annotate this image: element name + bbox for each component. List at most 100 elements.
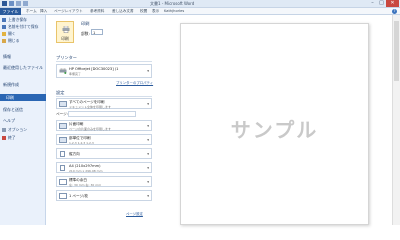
close-file-icon bbox=[2, 39, 6, 43]
nav-help[interactable]: ヘルプ bbox=[3, 118, 15, 124]
options-icon bbox=[2, 128, 6, 132]
pages-per-sheet-label: 1 ページ/枚 bbox=[69, 194, 88, 198]
pages-label: ページ: bbox=[56, 112, 68, 116]
paper-size-label: A4 (210x297mm) bbox=[69, 164, 101, 168]
nav-new[interactable]: 新規作成 bbox=[3, 82, 19, 88]
nav-options-label: オプション bbox=[8, 127, 27, 132]
chevron-down-icon: ▾ bbox=[147, 194, 149, 198]
nav-exit[interactable]: 終了 bbox=[2, 135, 16, 141]
sides-dropdown[interactable]: 片面印刷 ページの片面のみを印刷します ▾ bbox=[56, 120, 152, 131]
exit-icon bbox=[2, 136, 6, 140]
print-range-desc: ドキュメント全体を印刷します bbox=[69, 104, 112, 109]
nav-print-label: 印刷 bbox=[6, 95, 14, 100]
print-title: 印刷 bbox=[81, 21, 90, 26]
page-setup-link[interactable]: ページ設定 bbox=[126, 211, 143, 216]
sides-desc: ページの片面のみを印刷します bbox=[69, 126, 111, 131]
nav-save-label: 上書き保存 bbox=[8, 17, 27, 22]
pages-per-sheet-icon bbox=[59, 193, 67, 199]
collate-desc: 1,2,3 1,2,3 1,2,3 bbox=[69, 140, 94, 145]
margins-desc: 左: 30 mm 右: 30 mm bbox=[69, 182, 102, 187]
chevron-down-icon: ▾ bbox=[147, 166, 149, 170]
orientation-dropdown[interactable]: 縦方向 ▾ bbox=[56, 148, 152, 159]
chevron-down-icon: ▾ bbox=[147, 102, 149, 106]
nav-options[interactable]: オプション bbox=[2, 127, 27, 133]
collate-dropdown[interactable]: 部単位で印刷 1,2,3 1,2,3 1,2,3 ▾ bbox=[56, 134, 152, 145]
paper-size-desc: 210 mm x 296.98 mm bbox=[69, 168, 103, 173]
scrollbar-thumb[interactable] bbox=[394, 21, 399, 81]
nav-close[interactable]: 閉じる bbox=[2, 38, 19, 44]
nav-save-as[interactable]: 名前を付けて保存 bbox=[2, 24, 38, 30]
divider bbox=[56, 61, 152, 62]
save-icon[interactable] bbox=[9, 1, 14, 6]
printer-properties-link[interactable]: プリンターのプロパティ bbox=[116, 80, 153, 85]
nav-print[interactable]: 印刷 bbox=[0, 94, 46, 101]
nav-open-label: 開く bbox=[8, 31, 16, 36]
help-icon[interactable]: ? bbox=[392, 9, 397, 14]
nav-recent[interactable]: 最近使用したファイル bbox=[3, 65, 43, 70]
print-preview: サンプル bbox=[158, 15, 392, 225]
nav-open[interactable]: 開く bbox=[2, 31, 16, 37]
document-pages-icon bbox=[59, 101, 67, 107]
collate-icon bbox=[59, 137, 67, 143]
nav-save-as-label: 名前を付けて保存 bbox=[8, 24, 39, 29]
pages-input[interactable] bbox=[68, 111, 136, 117]
quick-access-toolbar bbox=[2, 1, 28, 6]
sample-watermark: サンプル bbox=[230, 118, 319, 142]
redo-icon[interactable] bbox=[23, 1, 28, 6]
one-sided-icon bbox=[59, 123, 67, 129]
save-icon bbox=[2, 18, 6, 22]
tab-custom[interactable]: Kathjhorles bbox=[164, 8, 184, 15]
close-icon[interactable]: ✕ bbox=[386, 0, 399, 7]
chevron-down-icon: ▾ bbox=[147, 180, 149, 184]
printer-icon bbox=[62, 26, 70, 33]
print-button[interactable]: 印刷 bbox=[56, 21, 74, 43]
printer-icon bbox=[59, 68, 67, 74]
preview-page: サンプル bbox=[180, 23, 369, 225]
nav-exit-label: 終了 bbox=[8, 135, 16, 140]
nav-info[interactable]: 情報 bbox=[3, 54, 11, 60]
tab-review[interactable]: 校閲 bbox=[140, 8, 147, 15]
word-icon bbox=[2, 1, 7, 6]
orientation-label: 縦方向 bbox=[69, 152, 80, 156]
paper-size-icon bbox=[60, 165, 65, 171]
nav-save-send[interactable]: 保存と送信 bbox=[3, 107, 23, 113]
tab-file[interactable]: ファイル bbox=[0, 8, 21, 15]
copies-label: 部数: bbox=[81, 31, 90, 36]
print-range-dropdown[interactable]: すべてのページを印刷 ドキュメント全体を印刷します ▾ bbox=[56, 98, 152, 109]
window-title: 文書1 - Microsoft Word bbox=[150, 1, 195, 6]
tab-mailings[interactable]: 差し込み文書 bbox=[112, 8, 134, 15]
margins-dropdown[interactable]: 標準の余白 左: 30 mm 右: 30 mm ▾ bbox=[56, 176, 152, 187]
ribbon-tabs: ファイル ホーム 挿入 ページレイアウト 参考資料 差し込み文書 校閲 表示 K… bbox=[0, 8, 400, 15]
window-controls: – □ ✕ bbox=[368, 0, 399, 7]
nav-save[interactable]: 上書き保存 bbox=[2, 17, 27, 23]
printer-status: 準備完了 bbox=[69, 72, 82, 76]
tab-references[interactable]: 参考資料 bbox=[90, 8, 104, 15]
tab-page-layout[interactable]: ページレイアウト bbox=[54, 8, 83, 15]
backstage-nav: 上書き保存 名前を付けて保存 開く 閉じる 情報 最近使用したファイル 新規作成… bbox=[0, 15, 46, 225]
tab-view[interactable]: 表示 bbox=[152, 8, 159, 15]
chevron-down-icon: ▾ bbox=[147, 152, 149, 156]
paper-size-dropdown[interactable]: A4 (210x297mm) 210 mm x 296.98 mm ▾ bbox=[56, 162, 152, 173]
chevron-down-icon: ▾ bbox=[147, 69, 149, 73]
printer-dropdown[interactable]: HP Officejet [DOC30023] (1 準備完了 ▾ bbox=[56, 64, 152, 78]
minimize-icon[interactable]: – bbox=[368, 0, 377, 7]
copies-input[interactable]: 1 bbox=[91, 29, 103, 35]
print-settings-panel: 印刷 印刷 部数: 1 プリンター HP Officejet [DOC30023… bbox=[52, 15, 154, 225]
save-as-icon bbox=[2, 25, 6, 29]
printer-name: HP Officejet [DOC30023] (1 bbox=[69, 67, 119, 71]
divider bbox=[56, 96, 152, 97]
margins-icon bbox=[59, 179, 67, 185]
chevron-down-icon: ▾ bbox=[147, 138, 149, 142]
maximize-icon[interactable]: □ bbox=[377, 0, 386, 7]
portrait-icon bbox=[60, 151, 65, 157]
undo-icon[interactable] bbox=[16, 1, 21, 6]
nav-close-label: 閉じる bbox=[8, 38, 20, 43]
title-bar: 文書1 - Microsoft Word – □ ✕ bbox=[0, 0, 400, 8]
tab-home[interactable]: ホーム bbox=[26, 8, 37, 15]
print-button-label: 印刷 bbox=[61, 36, 69, 41]
folder-open-icon bbox=[2, 32, 6, 36]
tab-insert[interactable]: 挿入 bbox=[40, 8, 47, 15]
vertical-scrollbar[interactable] bbox=[392, 15, 400, 225]
pages-per-sheet-dropdown[interactable]: 1 ページ/枚 ▾ bbox=[56, 190, 152, 201]
chevron-down-icon: ▾ bbox=[147, 124, 149, 128]
